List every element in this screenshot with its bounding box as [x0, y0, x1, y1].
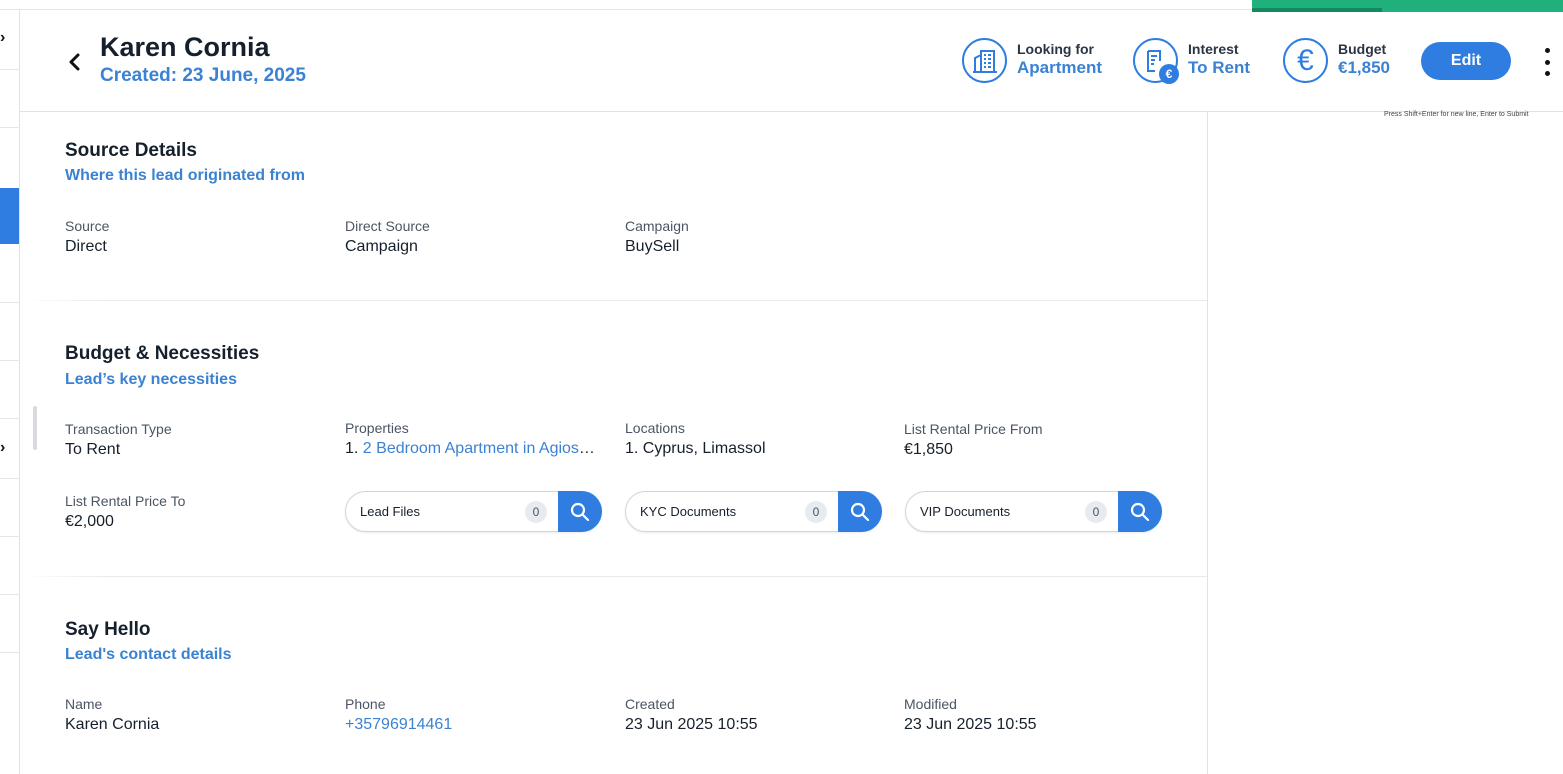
- stat-value: To Rent: [1188, 58, 1251, 77]
- doc-label: Lead Files: [360, 504, 420, 519]
- doc-label: VIP Documents: [920, 504, 1011, 519]
- euro-badge-icon: €: [1159, 64, 1179, 84]
- field-created: Created 23 Jun 2025 10:55: [625, 696, 885, 734]
- field-value: Karen Cornia: [65, 716, 160, 733]
- field-locations: Locations 1. Cyprus, Limassol: [625, 420, 885, 458]
- field-value: 23 Jun 2025 10:55: [625, 716, 758, 733]
- field-value: Direct: [65, 238, 107, 255]
- chevron-right-icon[interactable]: ›: [0, 30, 10, 46]
- field-properties: Properties 1. 2 Bedroom Apartment in Agi…: [345, 420, 597, 458]
- more-options-icon[interactable]: [1540, 48, 1554, 76]
- field-value: €1,850: [904, 441, 953, 458]
- euro-icon: €: [1283, 38, 1328, 83]
- field-label: Created: [625, 696, 675, 712]
- chevron-right-icon[interactable]: ›: [0, 440, 10, 456]
- property-list-item: 1. 2 Bedroom Apartment in Agios Athanasi…: [345, 440, 597, 458]
- search-icon[interactable]: [1118, 491, 1162, 532]
- stat-label: Budget: [1338, 41, 1387, 57]
- section-divider: [20, 300, 1207, 301]
- left-sidebar: › ›: [0, 10, 20, 774]
- doc-label: KYC Documents: [640, 504, 737, 519]
- search-icon[interactable]: [838, 491, 882, 532]
- lead-header: Karen Cornia Created: 23 June, 2025 Look…: [20, 10, 1563, 112]
- field-value: Campaign: [345, 238, 418, 255]
- property-link[interactable]: 2 Bedroom Apartment in Agios Athanasios: [363, 440, 597, 457]
- field-label: Transaction Type: [65, 421, 172, 437]
- kyc-documents-pill[interactable]: KYC Documents 0: [625, 491, 882, 532]
- field-label: Name: [65, 696, 103, 712]
- lead-created-date: Created: 23 June, 2025: [100, 65, 306, 86]
- lead-details-panel: Source Details Where this lead originate…: [20, 112, 1208, 774]
- field-label: List Rental Price From: [904, 421, 1043, 437]
- field-label: Properties: [345, 420, 409, 436]
- sidebar-divider: [0, 418, 20, 419]
- field-label: Phone: [345, 696, 386, 712]
- field-label: Modified: [904, 696, 957, 712]
- doc-count-badge: 0: [525, 501, 547, 523]
- field-label: List Rental Price To: [65, 493, 186, 509]
- doc-count-badge: 0: [1085, 501, 1107, 523]
- lead-files-pill[interactable]: Lead Files 0: [345, 491, 602, 532]
- sidebar-divider: [0, 652, 20, 653]
- lead-name: Karen Cornia: [100, 32, 270, 62]
- phone-link[interactable]: +35796914461: [345, 716, 605, 734]
- field-campaign: Campaign BuySell: [625, 218, 885, 256]
- sidebar-divider: [0, 360, 20, 361]
- sidebar-divider: [0, 594, 20, 595]
- edit-button[interactable]: Edit: [1421, 42, 1511, 80]
- back-arrow-icon[interactable]: [64, 50, 86, 74]
- field-name: Name Karen Cornia: [65, 696, 325, 734]
- field-phone: Phone +35796914461: [345, 696, 605, 734]
- field-label: Source: [65, 218, 110, 234]
- stat-value: Apartment: [1017, 58, 1103, 77]
- field-value: To Rent: [65, 441, 121, 458]
- field-label: Direct Source: [345, 218, 430, 234]
- field-value: €2,000: [65, 513, 114, 530]
- sidebar-divider: [0, 536, 20, 537]
- section-title-budget: Budget & Necessities: [65, 343, 260, 364]
- sidebar-item-active[interactable]: [0, 188, 19, 244]
- sidebar-divider: [0, 127, 20, 128]
- section-divider: [20, 576, 1207, 577]
- sidebar-divider: [0, 69, 20, 70]
- search-icon[interactable]: [558, 491, 602, 532]
- document-euro-icon: €: [1133, 38, 1179, 84]
- section-subtitle-budget: Lead’s key necessities: [65, 371, 237, 388]
- field-transaction-type: Transaction Type To Rent: [65, 421, 325, 459]
- section-title-contact: Say Hello: [65, 619, 151, 640]
- section-title-source: Source Details: [65, 140, 197, 161]
- vip-documents-pill[interactable]: VIP Documents 0: [905, 491, 1162, 532]
- field-source: Source Direct: [65, 218, 325, 256]
- sidebar-divider: [0, 302, 20, 303]
- keyboard-hint: Press Shift+Enter for new line, Enter to…: [1384, 111, 1529, 118]
- field-price-from: List Rental Price From €1,850: [904, 421, 1164, 459]
- field-value: 1. Cyprus, Limassol: [625, 440, 766, 457]
- field-price-to: List Rental Price To €2,000: [65, 493, 325, 531]
- doc-count-badge: 0: [805, 501, 827, 523]
- field-direct-source: Direct Source Campaign: [345, 218, 605, 256]
- section-subtitle-contact: Lead's contact details: [65, 646, 232, 663]
- stat-value: €1,850: [1338, 58, 1390, 77]
- field-value: BuySell: [625, 238, 680, 255]
- field-modified: Modified 23 Jun 2025 10:55: [904, 696, 1164, 734]
- sidebar-divider: [0, 478, 20, 479]
- field-label: Campaign: [625, 218, 689, 234]
- stat-label: Looking for: [1017, 41, 1094, 57]
- building-icon: [962, 38, 1007, 83]
- section-subtitle-source: Where this lead originated from: [65, 167, 306, 184]
- field-value: 23 Jun 2025 10:55: [904, 716, 1037, 733]
- field-label: Locations: [625, 420, 685, 436]
- property-index: 1.: [345, 440, 359, 457]
- stat-label: Interest: [1188, 41, 1239, 57]
